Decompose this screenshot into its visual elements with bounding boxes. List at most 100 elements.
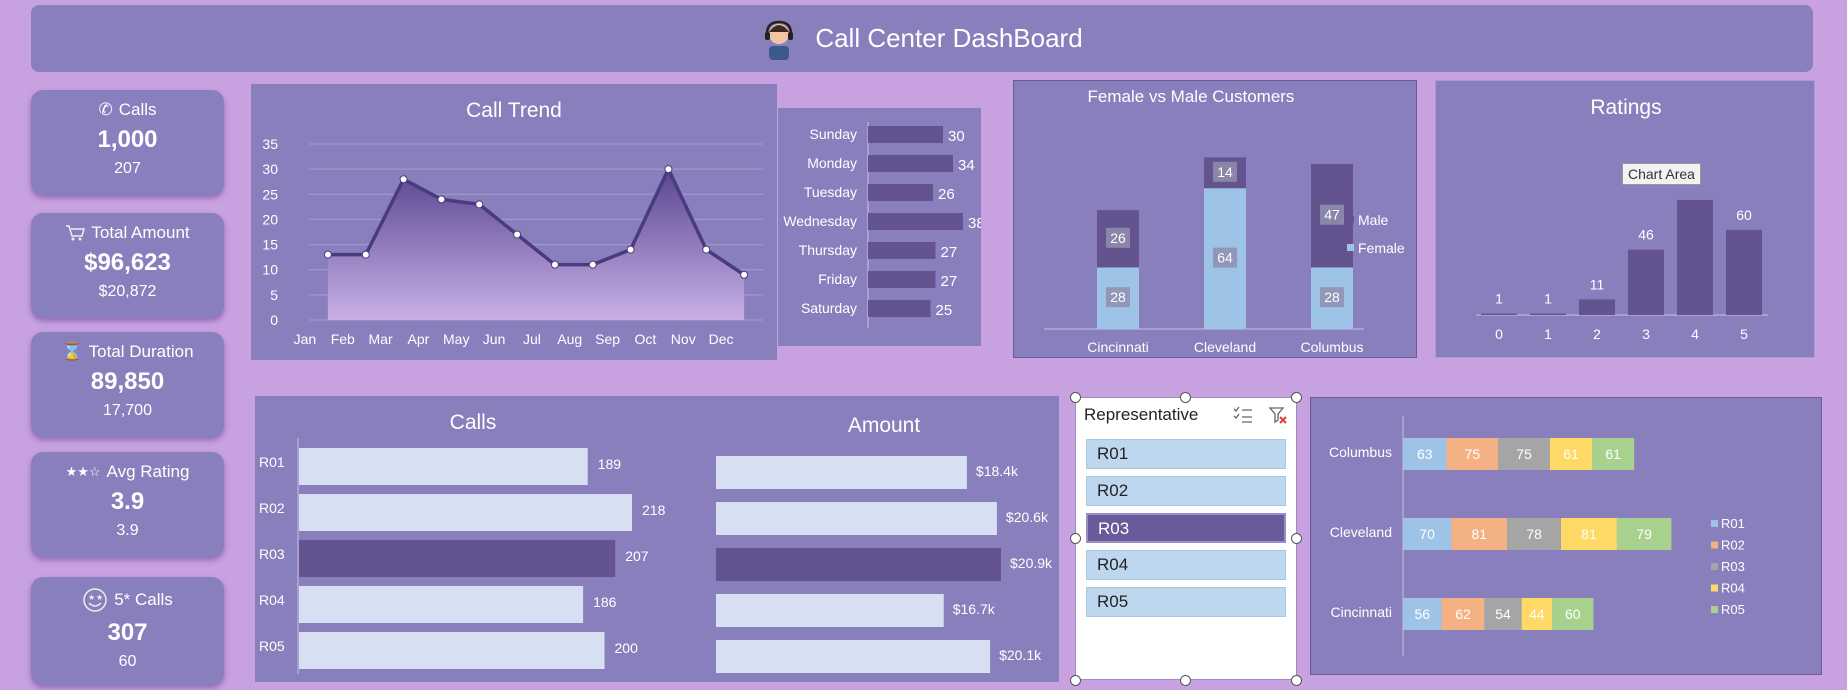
bar	[1481, 313, 1517, 315]
rep-calls-amount-panel[interactable]: Calls Amount R01 189 $18.4k R02 218 $20.6k R03…	[255, 396, 1059, 682]
trend-point	[513, 230, 522, 239]
y-tick-label: 15	[262, 237, 278, 253]
resize-handle[interactable]	[1180, 392, 1191, 403]
x-tick-label: Jan	[294, 331, 317, 347]
value-label: 34	[958, 157, 975, 174]
legend-swatch	[1711, 606, 1718, 613]
resize-handle[interactable]	[1291, 533, 1302, 544]
resize-handle[interactable]	[1070, 533, 1081, 544]
phone-icon: ✆	[98, 100, 113, 119]
city-rep-panel[interactable]: Columbus 63 75 75 61 61 Cleveland 70 81 78 81 79 Cin…	[1310, 397, 1822, 675]
data-label: 44	[1529, 606, 1545, 622]
data-label: 70	[1419, 526, 1435, 542]
value-label: 46	[1638, 227, 1654, 243]
kpi-label: Total Amount	[91, 223, 190, 242]
value-label: 30	[948, 128, 965, 145]
x-tick-label: Nov	[671, 331, 696, 347]
bar	[868, 184, 933, 201]
x-tick-label: 1	[1544, 326, 1552, 342]
x-tick-label: Feb	[331, 331, 355, 347]
amount-bar	[716, 640, 991, 673]
amount-bar	[716, 456, 967, 489]
value-label: 60	[1736, 207, 1752, 223]
y-tick-label: 10	[262, 262, 278, 278]
category-label: Saturday	[801, 300, 857, 316]
x-tick-label: 0	[1495, 326, 1503, 342]
category-label: Columbus	[1329, 444, 1392, 460]
weekday-calls-chart: Sunday 30 Monday 34 Tuesday 26 Wednesday 38 Thur…	[783, 122, 985, 328]
bar	[868, 155, 953, 172]
x-tick-label: Cleveland	[1194, 339, 1256, 355]
x-tick-label: Dec	[709, 331, 734, 347]
resize-handle[interactable]	[1180, 675, 1191, 686]
slicer-item-r05[interactable]: R05	[1086, 587, 1286, 617]
legend-swatch	[1347, 216, 1354, 223]
legend-label: R01	[1721, 516, 1745, 531]
amount-bar	[716, 548, 1001, 581]
value-label: 218	[642, 502, 666, 518]
legend-swatch	[1347, 244, 1354, 251]
resize-handle[interactable]	[1070, 675, 1081, 686]
kpi-sub-value: $20,872	[98, 283, 157, 300]
kpi-5star-card: ★ ★ 5* Calls 307 60	[31, 577, 224, 685]
city-rep-chart: Columbus 63 75 75 61 61 Cleveland 70 81 78 81 79 Cin…	[1329, 416, 1745, 656]
kpi-sub-value: 60	[118, 653, 137, 670]
slicer-item-r01[interactable]: R01	[1086, 439, 1286, 469]
y-tick-label: 20	[262, 211, 278, 227]
data-label: 62	[1455, 606, 1471, 622]
category-label: Cleveland	[1330, 524, 1392, 540]
clear-filter-icon[interactable]	[1268, 405, 1288, 425]
y-tick-label: 0	[270, 312, 278, 328]
kpi-rating-card: ★★☆ Avg Rating 3.9 3.9	[31, 452, 224, 557]
legend-label: R02	[1721, 538, 1745, 553]
trend-point	[626, 245, 635, 254]
value-label: 27	[941, 273, 958, 290]
slicer-item-r03[interactable]: R03	[1086, 513, 1286, 543]
x-tick-label: Cincinnati	[1087, 339, 1148, 355]
star-eyes-icon: ★ ★	[83, 588, 107, 612]
rep-calls-amount-chart: Calls Amount R01 189 $18.4k R02 218 $20.6k R03…	[259, 411, 1053, 674]
ratings-chart: Ratings 1011112463 4605	[1476, 96, 1768, 342]
trend-point	[323, 250, 332, 259]
legend-swatch	[1711, 584, 1718, 592]
cart-icon	[66, 225, 86, 241]
x-tick-label: 4	[1691, 326, 1699, 342]
call-trend-panel[interactable]: Call Trend 0 5 10 15 20 25 30 35 Jan Feb Mar Apr May…	[251, 84, 777, 360]
y-tick-label: 35	[262, 136, 278, 152]
trend-point	[475, 200, 484, 209]
agent-headset-icon	[765, 20, 794, 60]
kpi-value: 3.9	[110, 488, 145, 515]
trend-point	[664, 165, 673, 174]
bar	[1530, 313, 1566, 315]
multi-select-icon[interactable]	[1232, 406, 1254, 424]
svg-text:★: ★	[96, 593, 103, 602]
trend-point	[588, 260, 597, 269]
bar	[868, 126, 943, 143]
page-title: Call Center DashBoard	[815, 23, 1083, 53]
gender-panel[interactable]: Female vs Male Customers 28 26 Cincinnati 6…	[1013, 80, 1417, 358]
representative-slicer[interactable]: Representative R01 R02 R03 R04 R05	[1075, 397, 1297, 680]
x-tick-label: 2	[1593, 326, 1601, 342]
data-label: 14	[1217, 164, 1233, 180]
value-label: $16.7k	[953, 601, 996, 617]
value-label: 200	[615, 640, 639, 656]
data-label: 60	[1565, 606, 1581, 622]
weekday-panel[interactable]: Sunday 30 Monday 34 Tuesday 26 Wednesday 38 Thur…	[778, 108, 985, 346]
legend-label: Female	[1358, 240, 1405, 256]
resize-handle[interactable]	[1291, 675, 1302, 686]
value-label: 186	[593, 594, 617, 610]
slicer-item-r04[interactable]: R04	[1086, 550, 1286, 580]
dashboard-header: Call Center DashBoard	[31, 5, 1813, 72]
category-label: Cincinnati	[1331, 604, 1392, 620]
ratings-panel[interactable]: Ratings 1 0 1 1 11 2 46 3 4 60 5 Chart Area	[1435, 80, 1815, 358]
slicer-item-r02[interactable]: R02	[1086, 476, 1286, 506]
bar	[1579, 299, 1615, 315]
bar	[1677, 199, 1713, 315]
legend-swatch	[1711, 520, 1718, 527]
data-label: 61	[1563, 446, 1579, 462]
data-label: 78	[1526, 526, 1542, 542]
data-label: 28	[1324, 289, 1340, 305]
resize-handle[interactable]	[1291, 392, 1302, 403]
value-label: 26	[938, 186, 955, 203]
resize-handle[interactable]	[1070, 392, 1081, 403]
